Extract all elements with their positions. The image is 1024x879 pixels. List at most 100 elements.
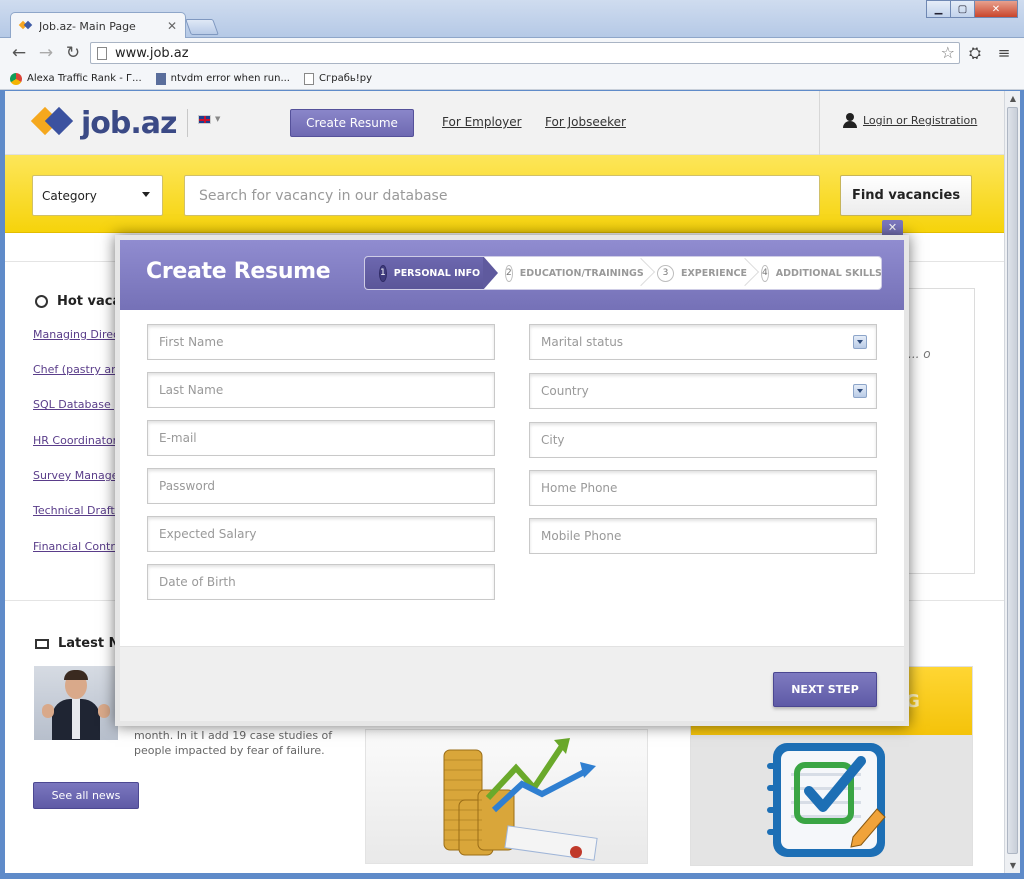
password-field[interactable]: Password bbox=[147, 468, 495, 504]
menu-icon[interactable]: ≡ bbox=[993, 42, 1015, 64]
category-dropdown[interactable]: Category bbox=[32, 175, 163, 216]
forward-arrow-icon[interactable]: → bbox=[35, 42, 57, 64]
bookmark-star-icon[interactable]: ☆ bbox=[941, 43, 955, 62]
card-text: ... o bbox=[908, 347, 931, 361]
coins-chart-icon bbox=[443, 738, 598, 861]
step-education[interactable]: 2 EDUCATION/TRAININGS bbox=[483, 257, 656, 289]
extension-icon[interactable]: ⛭ bbox=[964, 42, 986, 64]
step-label: PERSONAL INFO bbox=[393, 267, 481, 279]
page-icon bbox=[303, 72, 314, 85]
vacancy-link[interactable]: Financial Contro bbox=[33, 540, 121, 553]
window-controls: ▁ ▢ ✕ bbox=[926, 0, 1018, 18]
minimize-button[interactable]: ▁ bbox=[926, 0, 951, 18]
hot-vacancies-title: Hot vaca bbox=[57, 294, 122, 309]
step-additional-skills[interactable]: 4 ADDITIONAL SKILLS bbox=[747, 257, 882, 289]
bookmarks-bar: Alexa Traffic Rank - Г... ntvdm error wh… bbox=[0, 68, 1024, 90]
first-name-field[interactable]: First Name bbox=[147, 324, 495, 360]
login-label: Login or Registration bbox=[863, 114, 978, 127]
window-close-button[interactable]: ✕ bbox=[974, 0, 1018, 18]
step-number: 2 bbox=[505, 264, 513, 282]
divider bbox=[819, 91, 820, 155]
promo-coins-image[interactable] bbox=[365, 729, 648, 864]
scrollbar-thumb[interactable] bbox=[1007, 107, 1018, 854]
country-select[interactable]: Country bbox=[529, 373, 877, 409]
modal-footer: NEXT STEP bbox=[120, 646, 904, 721]
home-phone-field[interactable]: Home Phone bbox=[529, 470, 877, 506]
date-of-birth-field[interactable]: Date of Birth bbox=[147, 564, 495, 600]
news-photo[interactable] bbox=[34, 666, 118, 740]
checklist-icon bbox=[767, 743, 886, 857]
mobile-phone-field[interactable]: Mobile Phone bbox=[529, 518, 877, 554]
country-value: Country bbox=[541, 384, 589, 398]
newspaper-icon bbox=[35, 638, 49, 649]
page-scrollbar[interactable]: ▲ ▼ bbox=[1004, 91, 1020, 873]
vacancy-link[interactable]: Survey Manager bbox=[33, 469, 123, 482]
modal-title: Create Resume bbox=[146, 259, 331, 284]
for-jobseeker-link[interactable]: For Jobseeker bbox=[545, 115, 626, 129]
bookmark-item[interactable]: Alexa Traffic Rank - Г... bbox=[10, 72, 142, 85]
see-all-news-button[interactable]: See all news bbox=[33, 782, 139, 809]
scroll-up-icon[interactable]: ▲ bbox=[1005, 91, 1021, 106]
next-step-button[interactable]: NEXT STEP bbox=[773, 672, 877, 707]
step-experience[interactable]: 3 EXPERIENCE bbox=[643, 257, 760, 289]
browser-tab[interactable]: Job.az- Main Page ✕ bbox=[10, 12, 186, 39]
reload-icon[interactable]: ↻ bbox=[62, 42, 84, 64]
for-employer-link[interactable]: For Employer bbox=[442, 115, 522, 129]
tab-close-icon[interactable]: ✕ bbox=[167, 19, 177, 33]
maximize-button[interactable]: ▢ bbox=[950, 0, 975, 18]
page-viewport: job.az ▼ Create Resume For Employer For … bbox=[5, 91, 1004, 873]
site-logo[interactable]: job.az bbox=[30, 103, 177, 143]
city-field[interactable]: City bbox=[529, 422, 877, 458]
handshake-logo-icon bbox=[30, 103, 75, 143]
logo-text: job.az bbox=[81, 105, 177, 141]
vacancy-link[interactable]: Technical Drafts bbox=[33, 504, 120, 517]
bookmark-label: Alexa Traffic Rank - Г... bbox=[27, 73, 142, 84]
login-link[interactable]: Login or Registration bbox=[843, 113, 977, 128]
bookmark-item[interactable]: Сграбь!ру bbox=[303, 72, 372, 85]
uk-flag-icon[interactable] bbox=[198, 115, 211, 124]
find-vacancies-button[interactable]: Find vacancies bbox=[840, 175, 972, 216]
bookmark-label: ntvdm error when run... bbox=[170, 73, 290, 84]
jobaz-favicon-icon bbox=[19, 19, 33, 33]
page-icon bbox=[97, 46, 107, 60]
tab-title: Job.az- Main Page bbox=[39, 19, 136, 33]
hot-vacancies-heading: Hot vaca bbox=[35, 294, 121, 309]
step-number: 1 bbox=[379, 264, 387, 282]
chevron-down-icon bbox=[142, 192, 150, 197]
step-personal-info[interactable]: 1 PERSONAL INFO bbox=[365, 257, 498, 289]
vacancy-link[interactable]: Chef (pastry and bbox=[33, 363, 125, 376]
vacancy-link[interactable]: Managing Direc bbox=[33, 328, 119, 341]
create-resume-button[interactable]: Create Resume bbox=[290, 109, 414, 137]
resume-steps: 1 PERSONAL INFO 2 EDUCATION/TRAININGS 3 … bbox=[364, 256, 882, 290]
back-arrow-icon[interactable]: ← bbox=[8, 42, 30, 64]
new-tab-button[interactable] bbox=[185, 19, 219, 35]
scroll-down-icon[interactable]: ▼ bbox=[1005, 858, 1021, 873]
vacancy-search-input[interactable]: Search for vacancy in our database bbox=[184, 175, 820, 216]
address-bar[interactable]: www.job.az ☆ bbox=[90, 42, 960, 64]
modal-close-button[interactable]: ✕ bbox=[882, 220, 903, 235]
divider bbox=[187, 109, 188, 137]
step-number: 3 bbox=[657, 264, 674, 282]
browser-titlebar: Job.az- Main Page ✕ ▁ ▢ ✕ bbox=[0, 0, 1024, 39]
search-band: Category Search for vacancy in our datab… bbox=[5, 155, 1004, 233]
create-resume-modal: Create Resume 1 PERSONAL INFO 2 EDUCATIO… bbox=[115, 235, 909, 726]
expected-salary-field[interactable]: Expected Salary bbox=[147, 516, 495, 552]
chrome-icon bbox=[10, 72, 22, 85]
bookmark-item[interactable]: ntvdm error when run... bbox=[155, 72, 290, 85]
vacancy-link[interactable]: HR Coordinator bbox=[33, 434, 117, 447]
dropdown-arrow-icon bbox=[853, 384, 867, 398]
email-field[interactable]: E-mail bbox=[147, 420, 495, 456]
category-label: Category bbox=[42, 188, 97, 203]
step-label: ADDITIONAL SKILLS bbox=[775, 267, 882, 279]
award-icon bbox=[35, 295, 48, 308]
marital-status-value: Marital status bbox=[541, 335, 624, 349]
address-text: www.job.az bbox=[115, 45, 189, 61]
language-caret-icon[interactable]: ▼ bbox=[215, 115, 220, 123]
marital-status-select[interactable]: Marital status bbox=[529, 324, 877, 360]
last-name-field[interactable]: Last Name bbox=[147, 372, 495, 408]
modal-header: Create Resume 1 PERSONAL INFO 2 EDUCATIO… bbox=[120, 240, 904, 310]
dropdown-arrow-icon bbox=[853, 335, 867, 349]
side-card: ... o bbox=[908, 288, 975, 574]
vacancy-link[interactable]: SQL Database p bbox=[33, 398, 121, 411]
user-icon bbox=[843, 113, 857, 128]
